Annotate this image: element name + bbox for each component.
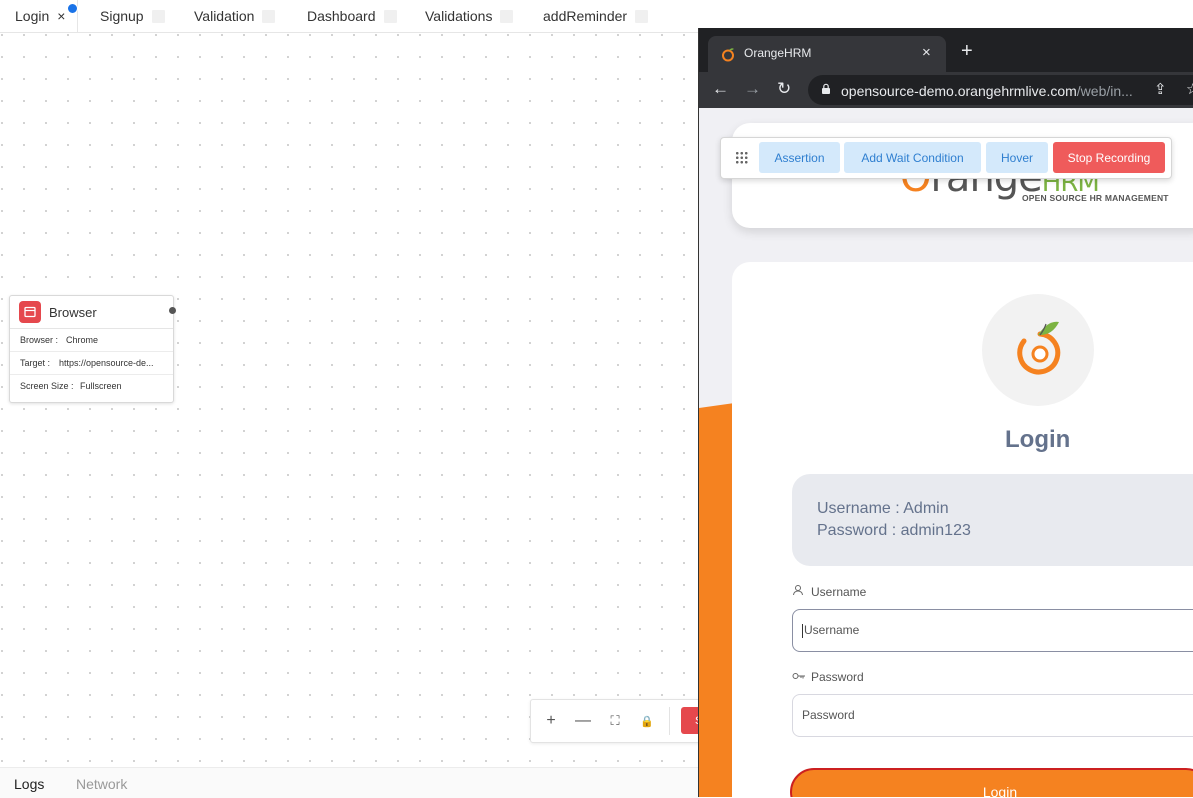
tab-network[interactable]: Network: [76, 776, 127, 792]
node-output-handle[interactable]: [169, 307, 176, 314]
tab-label: Validation: [194, 8, 255, 24]
tab-label: Signup: [100, 8, 144, 24]
tab-dashboard[interactable]: Dashboard: [307, 0, 397, 32]
username-label: Username: [792, 584, 866, 599]
zoom-out-icon[interactable]: —: [567, 712, 599, 730]
url-path: /web/in...: [1076, 83, 1133, 99]
node-row-key: Target :: [20, 358, 51, 368]
password-field[interactable]: Password: [792, 694, 1193, 737]
lock-icon: [822, 83, 830, 94]
browser-tab[interactable]: OrangeHRM ×: [708, 36, 946, 72]
username-placeholder: Username: [804, 623, 860, 637]
password-label-text: Password: [811, 670, 864, 684]
login-heading: Login: [1005, 426, 1071, 453]
browser-tab-title: OrangeHRM: [744, 46, 812, 60]
password-placeholder: Password: [802, 708, 855, 722]
node-row-screen-size: Screen Size : Fullscreen: [10, 375, 173, 397]
add-wait-condition-button[interactable]: Add Wait Condition: [844, 142, 981, 173]
close-icon[interactable]: ×: [922, 44, 931, 61]
browser-tab-strip: OrangeHRM × +: [699, 28, 1193, 72]
tab-label: Validations: [425, 8, 493, 24]
tab-signup[interactable]: Signup: [100, 0, 165, 32]
unsaved-dot-icon: [67, 3, 78, 14]
node-row-browser: Browser : Chrome: [10, 329, 173, 352]
close-icon[interactable]: [151, 9, 165, 23]
zoom-in-icon[interactable]: +: [535, 712, 567, 730]
orangehrm-favicon-icon: [722, 48, 734, 62]
bottom-panel-tabs: Logs Network: [0, 767, 700, 798]
bookmark-star-icon[interactable]: ☆: [1186, 80, 1193, 98]
close-icon[interactable]: [635, 9, 649, 23]
url-host: opensource-demo.orangehrmlive.com: [841, 83, 1077, 99]
hint-username: Username : Admin: [817, 500, 949, 517]
node-row-value: https://opensource-de...: [59, 358, 154, 368]
url-text: opensource-demo.orangehrmlive.com/web/in…: [841, 83, 1133, 99]
brand-avatar: [982, 294, 1094, 406]
close-icon[interactable]: ×: [57, 8, 65, 24]
orangehrm-emblem-icon: [1017, 321, 1061, 375]
node-title: Browser: [49, 304, 97, 320]
browser-toolbar: ← → ↻ opensource-demo.orangehrmlive.com/…: [699, 72, 1193, 108]
tab-label: Login: [15, 8, 50, 24]
key-icon: [792, 670, 806, 684]
tab-label: Dashboard: [307, 8, 376, 24]
back-icon[interactable]: ←: [712, 79, 729, 99]
browser-node[interactable]: Browser Browser : Chrome Target : https:…: [9, 295, 174, 403]
share-icon[interactable]: ⇪: [1154, 80, 1167, 98]
tab-addreminder[interactable]: addReminder: [543, 0, 649, 32]
reload-icon[interactable]: ↻: [777, 79, 791, 99]
browser-window-icon: [19, 301, 41, 323]
node-row-value: Chrome: [66, 335, 99, 345]
divider: [669, 707, 670, 735]
new-tab-icon[interactable]: +: [961, 40, 973, 63]
text-caret: [802, 623, 803, 638]
logo-tagline: OPEN SOURCE HR MANAGEMENT: [1022, 193, 1169, 203]
close-icon[interactable]: [383, 9, 397, 23]
web-page: OrangeHRM OPEN SOURCE HR MANAGEMENT Logi…: [699, 108, 1193, 797]
canvas-controls: + — ⛶ 🔒 S: [530, 699, 702, 743]
password-label: Password: [792, 670, 864, 684]
tab-validations[interactable]: Validations: [425, 0, 514, 32]
node-row-value: Fullscreen: [80, 381, 122, 391]
username-label-text: Username: [811, 584, 867, 599]
recorder-toolbar: Assertion Add Wait Condition Hover Stop …: [720, 137, 1172, 179]
tab-validation[interactable]: Validation: [194, 0, 276, 32]
tab-logs[interactable]: Logs: [14, 776, 44, 792]
close-icon[interactable]: [500, 9, 514, 23]
hint-password: Password : admin123: [817, 522, 971, 539]
drag-handle-icon[interactable]: [735, 151, 748, 164]
assertion-button[interactable]: Assertion: [759, 142, 840, 173]
hover-button[interactable]: Hover: [986, 142, 1048, 173]
node-row-key: Screen Size :: [20, 381, 74, 391]
username-field[interactable]: Username: [792, 609, 1193, 652]
stop-recording-button[interactable]: Stop Recording: [1053, 142, 1165, 173]
node-row-target: Target : https://opensource-de...: [10, 352, 173, 375]
node-header: Browser: [10, 296, 173, 329]
forward-icon[interactable]: →: [744, 79, 761, 99]
lock-icon[interactable]: 🔒: [631, 715, 663, 728]
user-icon: [792, 584, 806, 599]
tab-label: addReminder: [543, 8, 628, 24]
close-icon[interactable]: [262, 9, 276, 23]
node-row-key: Browser :: [20, 335, 59, 345]
fit-view-icon[interactable]: ⛶: [599, 713, 631, 729]
login-card: Login Username : Admin Password : admin1…: [732, 262, 1193, 797]
credentials-hint: Username : Admin Password : admin123: [792, 474, 1193, 566]
login-button[interactable]: Login: [790, 768, 1193, 797]
address-bar[interactable]: opensource-demo.orangehrmlive.com/web/in…: [808, 75, 1193, 105]
